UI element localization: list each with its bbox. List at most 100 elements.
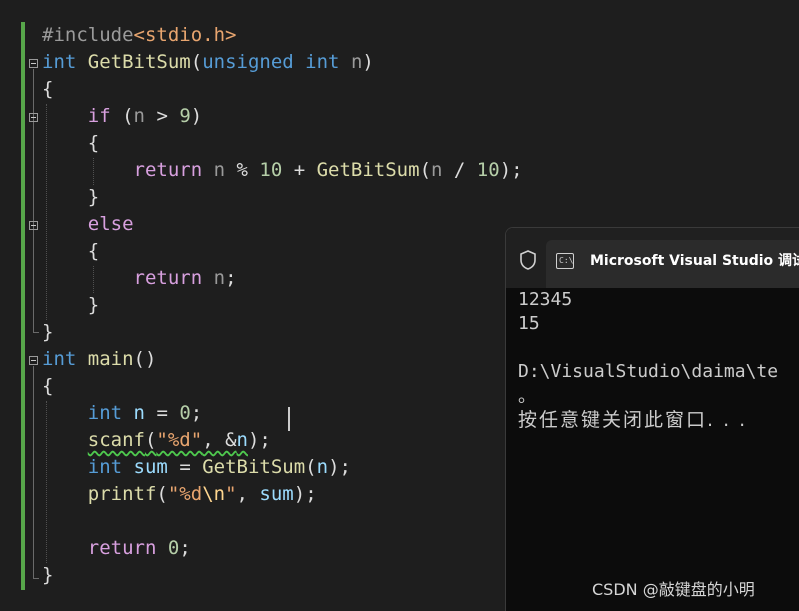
code-token: if <box>87 105 111 127</box>
code-token: return <box>133 159 203 181</box>
code-line[interactable]: else <box>42 211 134 238</box>
code-token: } <box>42 321 54 343</box>
code-line[interactable]: } <box>42 184 99 211</box>
text-cursor <box>288 407 290 431</box>
code-line[interactable]: scanf("%d", &n); <box>42 427 271 454</box>
console-tab-bar: C:\ Microsoft Visual Studio 调试控 <box>506 228 799 288</box>
code-token: n <box>236 429 248 451</box>
code-token: n <box>213 159 226 181</box>
code-line[interactable]: } <box>42 319 53 346</box>
code-line[interactable]: printf("%d\n", sum); <box>42 481 317 508</box>
code-token: > <box>145 105 180 127</box>
code-token: ) <box>362 51 374 73</box>
code-token: 0 <box>167 537 180 559</box>
code-token: \n <box>202 483 226 505</box>
code-token: n <box>316 456 329 478</box>
debug-console-window[interactable]: C:\ Microsoft Visual Studio 调试控 12345 15… <box>505 227 799 611</box>
code-token: 10 <box>259 159 283 181</box>
code-token: ( <box>190 51 203 73</box>
code-token: { <box>42 78 54 100</box>
code-token: n <box>133 105 145 127</box>
code-line[interactable]: { <box>42 130 99 157</box>
code-token: ; <box>190 402 203 424</box>
code-token: } <box>42 564 54 586</box>
code-line[interactable]: int main() <box>42 346 156 373</box>
code-line[interactable]: } <box>42 562 53 589</box>
code-token: ); <box>328 456 351 478</box>
code-token: / <box>442 159 477 181</box>
code-token: return <box>133 267 203 289</box>
code-token: () <box>133 348 157 370</box>
code-line[interactable]: int sum = GetBitSum(n); <box>42 454 351 481</box>
code-token: { <box>42 375 54 397</box>
code-token: 10 <box>476 159 500 181</box>
code-line[interactable]: } <box>42 292 99 319</box>
code-line[interactable]: return n % 10 + GetBitSum(n / 10); <box>42 157 523 184</box>
collapse-else-icon[interactable] <box>29 221 38 230</box>
code-token: n <box>213 267 226 289</box>
code-token: n <box>350 51 363 73</box>
code-token: = <box>167 456 203 478</box>
code-line[interactable]: { <box>42 76 53 103</box>
collapse-if-icon[interactable] <box>29 113 38 122</box>
code-line[interactable]: { <box>42 238 99 265</box>
code-token: <stdio.h> <box>133 24 237 46</box>
code-token: ) <box>190 105 203 127</box>
code-token: , <box>236 483 260 505</box>
code-token: ( <box>305 456 317 478</box>
code-line[interactable]: #include<stdio.h> <box>42 22 236 49</box>
code-token: ); <box>293 483 317 505</box>
code-token: , & <box>202 429 237 451</box>
code-token: #include <box>42 24 134 46</box>
code-token: GetBitSum <box>202 456 306 478</box>
collapse-main-icon[interactable] <box>29 356 38 365</box>
code-token: n <box>133 402 145 424</box>
code-token: ); <box>247 429 271 451</box>
change-tracking-bar <box>21 22 25 590</box>
code-token: 0 <box>179 402 191 424</box>
code-token: 9 <box>179 105 191 127</box>
code-line[interactable]: int GetBitSum(unsigned int n) <box>42 49 374 76</box>
code-token: int <box>87 456 123 478</box>
collapse-getbitsum-icon[interactable] <box>29 59 38 68</box>
code-token: ; <box>179 537 191 559</box>
code-line[interactable]: if (n > 9) <box>42 103 202 130</box>
code-token: "%d" <box>156 429 203 451</box>
shield-icon[interactable] <box>518 249 538 271</box>
console-output-line: 按任意键关闭此窗口. . . <box>518 409 748 431</box>
outline-end <box>33 578 39 579</box>
outline-main <box>33 366 34 578</box>
code-token: GetBitSum <box>87 51 191 73</box>
code-token: int <box>305 51 340 73</box>
code-line[interactable]: return n; <box>42 265 237 292</box>
code-line[interactable]: return 0; <box>42 535 191 562</box>
code-token: int <box>42 51 77 73</box>
code-token: sum <box>133 456 168 478</box>
console-output-line: D:\VisualStudio\daima\te <box>518 361 779 382</box>
code-token: main <box>87 348 134 370</box>
code-token: return <box>87 537 157 559</box>
code-token: "%d <box>167 483 203 505</box>
code-token: } <box>42 186 100 208</box>
code-token: ); <box>499 159 523 181</box>
console-output-line: 12345 <box>518 289 573 310</box>
console-tab[interactable]: C:\ Microsoft Visual Studio 调试控 <box>546 240 799 288</box>
code-token: % <box>225 159 260 181</box>
code-line[interactable]: int n = 0; <box>42 400 202 427</box>
code-line[interactable]: { <box>42 373 53 400</box>
code-token: GetBitSum <box>316 159 420 181</box>
